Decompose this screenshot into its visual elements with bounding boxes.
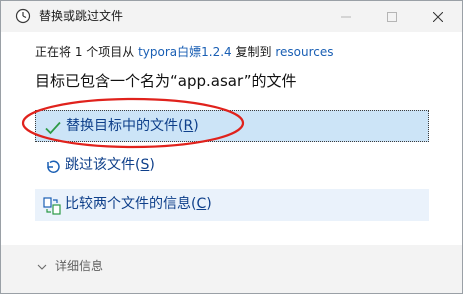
close-icon <box>433 11 443 22</box>
compare-option-label: 比较两个文件的信息(C) <box>65 196 212 212</box>
details-label: 详细信息 <box>55 259 104 273</box>
skip-file-option[interactable]: 跳过该文件(S) <box>35 150 429 182</box>
source-folder-link[interactable]: typora白嫖1.2.4 <box>138 45 232 59</box>
info-middle: 复制到 <box>231 45 276 59</box>
window-title: 替换或跳过文件 <box>39 9 124 23</box>
chevron-down-icon <box>37 264 47 270</box>
title-bar[interactable]: 替换或跳过文件 <box>1 1 462 32</box>
skip-option-label: 跳过该文件(S) <box>65 157 155 173</box>
more-details-toggle[interactable]: 详细信息 <box>37 258 103 274</box>
maximize-button[interactable] <box>369 1 415 32</box>
compare-files-option[interactable]: 比较两个文件的信息(C) <box>35 189 429 221</box>
conflict-heading: 目标已包含一个名为“app.asar”的文件 <box>35 72 297 90</box>
close-button[interactable] <box>415 1 461 32</box>
replace-file-option[interactable]: 替换目标中的文件(R) <box>35 110 429 142</box>
checkmark-icon <box>44 118 62 136</box>
replace-or-skip-dialog: 替换或跳过文件 正在将 1 个项目从 typora白嫖1.2.4 复制到 res… <box>0 0 463 294</box>
copy-info-line: 正在将 1 个项目从 typora白嫖1.2.4 复制到 resources <box>35 44 333 60</box>
maximize-icon <box>387 11 397 22</box>
skip-arrow-icon <box>43 157 61 175</box>
minimize-icon <box>341 16 351 17</box>
dialog-content: 正在将 1 个项目从 typora白嫖1.2.4 复制到 resources 目… <box>1 32 462 245</box>
minimize-button[interactable] <box>323 1 369 32</box>
dialog-footer: 详细信息 <box>1 245 462 293</box>
destination-folder-link[interactable]: resources <box>275 45 333 59</box>
clock-icon <box>15 8 31 24</box>
info-prefix: 正在将 1 个项目从 <box>35 45 139 59</box>
compare-files-icon <box>43 196 61 215</box>
replace-option-label: 替换目标中的文件(R) <box>66 118 199 134</box>
